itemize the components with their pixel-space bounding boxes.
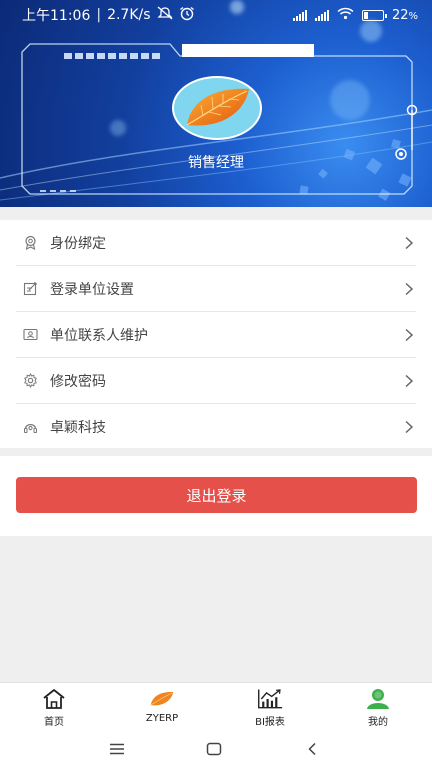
hd-signal-icon xyxy=(314,9,329,21)
gear-icon xyxy=(22,373,38,389)
network-speed: 2.7K/s xyxy=(107,7,151,23)
menu-item-label: 身份绑定 xyxy=(50,235,106,252)
home-button-icon[interactable] xyxy=(204,739,224,759)
contact-card-icon xyxy=(22,327,38,343)
chevron-right-icon xyxy=(402,282,416,296)
tab-home[interactable]: 首页 xyxy=(0,683,108,730)
badge-icon xyxy=(22,235,38,251)
tab-label: 我的 xyxy=(368,717,388,728)
hd-signal-icon xyxy=(292,9,307,21)
menu-item-label: 登录单位设置 xyxy=(50,281,134,298)
menu-item-change-password[interactable]: 修改密码 xyxy=(16,358,416,404)
bottom-tab-bar: 首页 ZYERP BI报表 我的 xyxy=(0,682,432,730)
alarm-icon xyxy=(179,6,195,25)
user-role: 销售经理 xyxy=(188,155,244,171)
settings-menu: 身份绑定 登录单位设置 单位联系人维护 修改密码 卓颖科技 xyxy=(0,220,432,448)
tab-label: 首页 xyxy=(44,717,64,728)
battery-suffix: % xyxy=(408,10,418,22)
system-navigation-bar xyxy=(0,730,432,768)
back-icon[interactable] xyxy=(302,739,322,759)
battery-icon xyxy=(361,9,387,21)
home-icon xyxy=(41,688,67,710)
avatar[interactable] xyxy=(172,76,262,140)
menu-item-label: 单位联系人维护 xyxy=(50,327,148,344)
status-time: 上午11:06 xyxy=(22,8,91,24)
user-icon xyxy=(365,688,391,710)
leaf-icon xyxy=(186,88,249,126)
tab-bi-report[interactable]: BI报表 xyxy=(216,683,324,730)
menu-item-identity-binding[interactable]: 身份绑定 xyxy=(16,220,416,266)
tab-zyerp[interactable]: ZYERP xyxy=(108,683,216,730)
menu-item-company-info[interactable]: 卓颖科技 xyxy=(16,404,416,450)
leaf-icon xyxy=(149,688,175,710)
edit-icon xyxy=(22,281,38,297)
chevron-right-icon xyxy=(402,328,416,342)
headset-icon xyxy=(22,419,38,435)
logout-section: 退出登录 xyxy=(0,456,432,536)
battery-percent: 22 xyxy=(391,7,409,23)
mute-notification-icon xyxy=(156,6,173,24)
tab-label: ZYERP xyxy=(145,713,179,724)
chevron-right-icon xyxy=(402,420,416,434)
menu-item-login-unit-settings[interactable]: 登录单位设置 xyxy=(16,266,416,312)
tab-mine[interactable]: 我的 xyxy=(324,683,432,730)
chevron-right-icon xyxy=(402,374,416,388)
menu-item-unit-contact-maintenance[interactable]: 单位联系人维护 xyxy=(16,312,416,358)
tab-label: BI报表 xyxy=(255,717,285,728)
profile-banner: 上午11:06 | 2.7K/s 22% 销售经理 xyxy=(0,0,432,207)
chart-icon xyxy=(257,688,283,710)
chevron-right-icon xyxy=(402,236,416,250)
menu-item-label: 修改密码 xyxy=(50,373,106,390)
menu-item-label: 卓颖科技 xyxy=(50,420,106,436)
menu-icon[interactable] xyxy=(107,739,127,759)
wifi-icon xyxy=(337,7,354,24)
status-bar: 上午11:06 | 2.7K/s 22% xyxy=(22,6,418,25)
logout-button[interactable]: 退出登录 xyxy=(16,477,417,513)
